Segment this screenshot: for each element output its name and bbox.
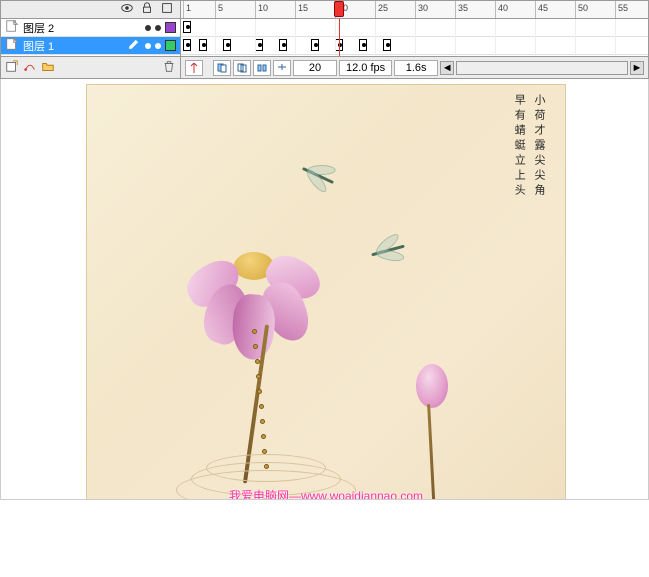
- layers-header: [1, 1, 180, 19]
- page-icon: [5, 19, 19, 36]
- ruler-tick: 1: [183, 1, 191, 18]
- keyframe[interactable]: [183, 21, 191, 33]
- poem-line: 小荷才露尖尖角: [528, 94, 548, 199]
- layers-footer: [1, 56, 180, 78]
- frames-panel: 1510152025303540455055 20 12.0 fps 1.6s …: [181, 1, 648, 78]
- visibility-icon[interactable]: [120, 1, 134, 18]
- keyframe[interactable]: [279, 39, 287, 51]
- ruler-tick: 15: [295, 1, 308, 18]
- canvas-area[interactable]: 小荷才露尖尖角 早有蜻蜓立上头 我爱电脑网—www.woa: [0, 79, 649, 500]
- onion-skin-button[interactable]: [213, 60, 231, 76]
- color-swatch[interactable]: [165, 40, 176, 51]
- stage[interactable]: 小荷才露尖尖角 早有蜻蜓立上头 我爱电脑网—www.woa: [86, 84, 566, 500]
- keyframe[interactable]: [255, 39, 263, 51]
- lock-dot[interactable]: [155, 25, 161, 31]
- color-swatch[interactable]: [165, 22, 176, 33]
- keyframe[interactable]: [199, 39, 207, 51]
- stem-graphic: [427, 404, 436, 500]
- keyframe[interactable]: [359, 39, 367, 51]
- ruler-tick: 10: [255, 1, 268, 18]
- layer-row[interactable]: 图层 1: [1, 37, 180, 55]
- onion-skin-outlines-button[interactable]: [233, 60, 251, 76]
- keyframe[interactable]: [311, 39, 319, 51]
- onion-skin-markers-button[interactable]: [273, 60, 291, 76]
- ruler-tick: 50: [575, 1, 588, 18]
- new-folder-button[interactable]: [41, 59, 55, 76]
- ruler-tick: 25: [375, 1, 388, 18]
- fps-display: 12.0 fps: [339, 60, 392, 76]
- dragonfly-graphic: [302, 167, 334, 184]
- visible-dot[interactable]: [145, 43, 151, 49]
- scroll-right-button[interactable]: ►: [630, 61, 644, 75]
- keyframe[interactable]: [383, 39, 391, 51]
- timeline-panel: 图层 2 图层 1 151015: [0, 0, 649, 79]
- poem-text: 小荷才露尖尖角 早有蜻蜓立上头: [508, 94, 548, 199]
- timeline-scrollbar[interactable]: ◄ ►: [440, 61, 644, 75]
- page-icon: [5, 37, 19, 54]
- layers-panel: 图层 2 图层 1: [1, 1, 181, 78]
- scroll-left-button[interactable]: ◄: [440, 61, 454, 75]
- elapsed-time-display: 1.6s: [394, 60, 438, 76]
- keyframe[interactable]: [223, 39, 231, 51]
- delete-layer-button[interactable]: [162, 59, 176, 76]
- timeline-tracks[interactable]: [181, 19, 648, 56]
- timeline-footer: 20 12.0 fps 1.6s ◄ ►: [181, 56, 648, 78]
- outline-icon[interactable]: [160, 1, 174, 18]
- timeline-ruler[interactable]: 1510152025303540455055: [181, 1, 648, 19]
- poem-line: 早有蜻蜓立上头: [508, 94, 528, 199]
- ruler-tick: 55: [615, 1, 628, 18]
- visible-dot[interactable]: [145, 25, 151, 31]
- center-playhead-button[interactable]: [185, 60, 203, 76]
- watermark-text: 我爱电脑网—www.woaidiannao.com: [229, 487, 423, 500]
- ruler-tick: 35: [455, 1, 468, 18]
- scroll-track[interactable]: [456, 61, 628, 75]
- lock-dot[interactable]: [155, 43, 161, 49]
- ruler-tick: 40: [495, 1, 508, 18]
- lock-icon[interactable]: [140, 1, 154, 18]
- playhead-line[interactable]: [339, 19, 340, 56]
- current-frame-display: 20: [293, 60, 337, 76]
- playhead[interactable]: [334, 1, 344, 17]
- new-motion-guide-button[interactable]: [23, 59, 37, 76]
- layer-name: 图层 1: [23, 38, 123, 54]
- ruler-tick: 45: [535, 1, 548, 18]
- ruler-tick: 30: [415, 1, 428, 18]
- dragonfly-graphic: [371, 245, 405, 257]
- keyframe[interactable]: [183, 39, 191, 51]
- ruler-tick: 5: [215, 1, 223, 18]
- new-layer-button[interactable]: [5, 59, 19, 76]
- lotus-bud-graphic: [416, 364, 448, 408]
- edit-icon: [127, 37, 141, 54]
- edit-multiple-frames-button[interactable]: [253, 60, 271, 76]
- layer-row[interactable]: 图层 2: [1, 19, 180, 37]
- layer-name: 图层 2: [23, 20, 141, 36]
